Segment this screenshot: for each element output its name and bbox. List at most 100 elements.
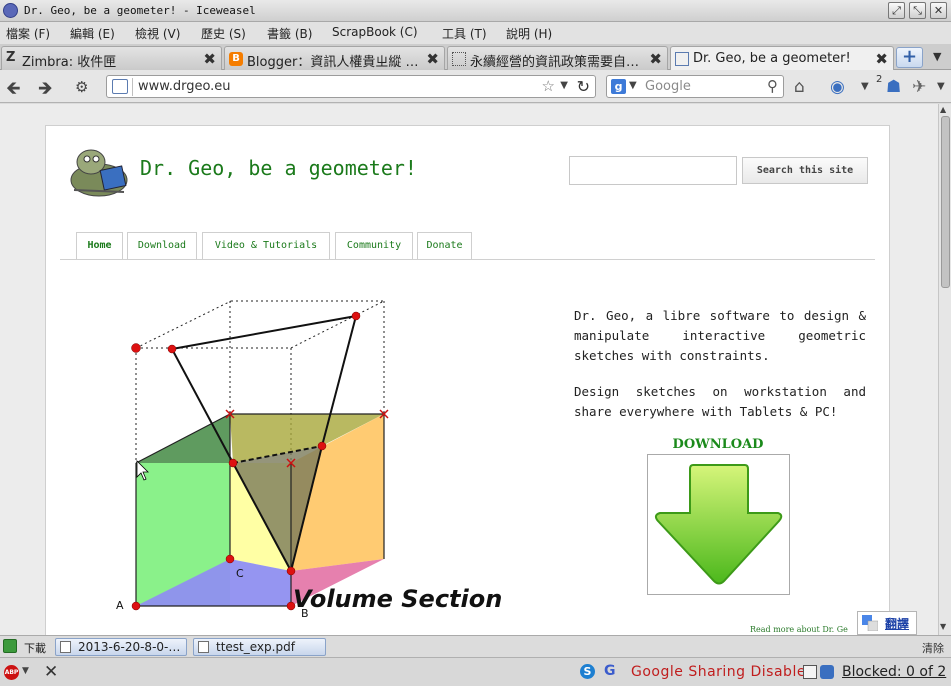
page-icon xyxy=(675,52,689,66)
window-title: Dr. Geo, be a geometer! - Iceweasel xyxy=(24,4,256,17)
tab-blogger[interactable]: B Blogger：資訊人權貴ㄓ縱 … ✖ xyxy=(224,46,445,70)
download-item[interactable]: 2013-6-20-8-0-… xyxy=(55,638,187,656)
site-nav-donate[interactable]: Donate xyxy=(417,232,472,259)
maximize-button[interactable]: ⤡ xyxy=(909,2,926,19)
menu-bookmarks[interactable]: 書籤 (B) xyxy=(267,25,312,42)
close-tab-icon[interactable]: ✖ xyxy=(875,50,888,68)
search-icon[interactable]: ⚲ xyxy=(767,77,778,95)
page-info-icon[interactable] xyxy=(803,665,817,679)
bookmark-star-icon[interactable]: ☆ xyxy=(542,77,555,95)
status-bar: ABP ▼ ✕ S G Google Sharing Disabled Bloc… xyxy=(0,657,951,686)
menu-file[interactable]: 檔案 (F) xyxy=(6,25,50,42)
page-viewport[interactable]: Dr. Geo, be a geometer! Search this site… xyxy=(0,104,938,635)
tab-bar: Z Zimbra: 收件匣 ✖ B Blogger：資訊人權貴ㄓ縱 … ✖ 永續… xyxy=(0,44,951,71)
vertical-scrollbar[interactable]: ▲ ▼ xyxy=(938,104,951,635)
close-window-button[interactable]: ✕ xyxy=(930,2,947,19)
intro-paragraph-2: Design sketches on workstation and share… xyxy=(574,384,866,419)
search-engine-dropdown-icon[interactable]: ▼ xyxy=(629,80,637,91)
scrapbook-dropdown-icon[interactable]: ▼ xyxy=(861,81,869,92)
url-history-dropdown-icon[interactable]: ▼ xyxy=(560,80,568,91)
addon-icon[interactable]: ☗ xyxy=(886,77,901,97)
google-sharing-status[interactable]: Google Sharing Disabled xyxy=(631,664,815,680)
addon-status-icon[interactable] xyxy=(820,665,834,679)
blocked-count[interactable]: Blocked: 0 of 2 xyxy=(842,664,946,680)
pdf-file-icon xyxy=(198,641,209,653)
site-nav-home[interactable]: Home xyxy=(76,232,123,259)
close-tab-icon[interactable]: ✖ xyxy=(203,50,216,68)
google-sharing-icon[interactable]: G xyxy=(604,663,616,679)
scroll-up-icon[interactable]: ▲ xyxy=(940,105,946,114)
page-icon xyxy=(452,52,466,66)
search-placeholder: Google xyxy=(645,79,691,94)
clear-downloads-button[interactable]: 清除 xyxy=(922,640,944,656)
web-search-box[interactable]: g ▼ Google ⚲ xyxy=(606,75,784,98)
site-title[interactable]: Dr. Geo, be a geometer! xyxy=(140,156,417,180)
downloads-icon[interactable] xyxy=(3,639,17,653)
download-arrow-icon xyxy=(654,464,783,585)
google-translate-icon xyxy=(862,615,878,631)
site-identity-icon[interactable] xyxy=(112,79,128,94)
tools-icon[interactable]: ✈ xyxy=(912,77,926,97)
drgeo-logo xyxy=(70,149,128,197)
file-icon xyxy=(60,641,71,653)
figure-caption: Volume Section xyxy=(293,585,502,613)
new-tab-button[interactable]: + xyxy=(896,47,923,68)
download-arrow-button[interactable] xyxy=(647,454,790,595)
downloads-label[interactable]: 下載 xyxy=(24,640,46,656)
menu-tools[interactable]: 工具 (T) xyxy=(442,25,487,42)
nav-divider xyxy=(60,259,875,260)
site-search-button[interactable]: Search this site xyxy=(742,157,868,184)
url-bar[interactable]: www.drgeo.eu ☆ ▼ ↻ xyxy=(106,75,596,98)
back-arrow-icon[interactable]: 🡸 xyxy=(6,76,21,106)
iceweasel-icon xyxy=(3,3,18,18)
tree-style-icon[interactable]: ⚙ xyxy=(75,78,88,96)
notification-badge: 2 xyxy=(876,74,883,85)
download-item[interactable]: ttest_exp.pdf xyxy=(193,638,326,656)
tab-list-chevron-icon[interactable]: ▼ xyxy=(933,50,941,63)
navigation-toolbar: 🡸 🡺 ⚙ www.drgeo.eu ☆ ▼ ↻ g ▼ Google ⚲ ⌂ … xyxy=(0,70,951,103)
google-engine-icon[interactable]: g xyxy=(611,79,626,94)
tab-drgeo[interactable]: Dr. Geo, be a geometer! ✖ xyxy=(670,46,894,71)
site-search-input[interactable] xyxy=(569,156,737,185)
volume-section-figure[interactable]: A B C Volume Section xyxy=(106,291,506,631)
menubar: 檔案 (F) 編輯 (E) 檢視 (V) 歷史 (S) 書籤 (B) Scrap… xyxy=(0,22,951,44)
blogger-icon: B xyxy=(229,52,243,66)
reload-icon[interactable]: ↻ xyxy=(577,77,590,96)
menu-edit[interactable]: 編輯 (E) xyxy=(70,25,115,42)
adblock-dropdown-icon[interactable]: ▼ xyxy=(22,666,29,676)
download-item-label: 2013-6-20-8-0-… xyxy=(78,640,181,654)
forward-arrow-icon[interactable]: 🡺 xyxy=(38,76,53,106)
point-label-c: C xyxy=(236,567,244,580)
menu-view[interactable]: 檢視 (V) xyxy=(135,25,180,42)
tab-policy[interactable]: 永續經營的資訊政策需要自… ✖ xyxy=(447,46,668,70)
tab-zimbra[interactable]: Z Zimbra: 收件匣 ✖ xyxy=(1,46,222,70)
home-icon[interactable]: ⌂ xyxy=(794,77,805,97)
intro-paragraph-1: Dr. Geo, a libre software to design & ma… xyxy=(574,308,866,363)
download-heading[interactable]: DOWNLOAD xyxy=(646,437,790,452)
menu-history[interactable]: 歷史 (S) xyxy=(201,25,246,42)
download-bar: 下載 2013-6-20-8-0-… ttest_exp.pdf 清除 xyxy=(0,635,951,657)
close-tab-icon[interactable]: ✖ xyxy=(426,50,439,68)
site-nav-download[interactable]: Download xyxy=(127,232,197,259)
window-titlebar: Dr. Geo, be a geometer! - Iceweasel ⤢ ⤡ … xyxy=(0,0,951,22)
scrapbook-icon[interactable]: ◉ xyxy=(830,77,845,97)
close-icon[interactable]: ✕ xyxy=(44,662,58,682)
site-container: Dr. Geo, be a geometer! Search this site… xyxy=(45,125,890,635)
adblock-icon[interactable]: ABP xyxy=(4,665,19,680)
scroll-down-icon[interactable]: ▼ xyxy=(940,622,946,631)
read-more-link[interactable]: Read more about Dr. Ge xyxy=(750,625,848,634)
scroll-thumb[interactable] xyxy=(941,116,950,288)
site-nav-videos[interactable]: Video & Tutorials xyxy=(202,232,330,259)
close-tab-icon[interactable]: ✖ xyxy=(649,50,662,68)
tab-label: Blogger：資訊人權貴ㄓ縱 … xyxy=(247,55,419,70)
skype-icon[interactable]: S xyxy=(580,664,595,679)
translate-button[interactable]: 翻譯 xyxy=(857,611,917,635)
site-nav-community[interactable]: Community xyxy=(335,232,413,259)
url-text[interactable]: www.drgeo.eu xyxy=(138,79,231,94)
menu-help[interactable]: 說明 (H) xyxy=(506,25,552,42)
overflow-dropdown-icon[interactable]: ▼ xyxy=(937,81,945,92)
menu-scrapbook[interactable]: ScrapBook (C) xyxy=(332,25,418,39)
url-separator xyxy=(132,78,133,96)
restore-button[interactable]: ⤢ xyxy=(888,2,905,19)
tab-label: 永續經營的資訊政策需要自… xyxy=(470,55,640,70)
